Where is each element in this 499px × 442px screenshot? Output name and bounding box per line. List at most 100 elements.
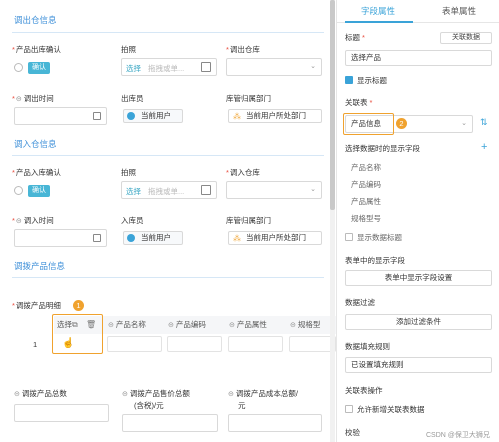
- org-icon: ⁂: [233, 234, 241, 243]
- out-warehouse-select[interactable]: ⌄: [226, 58, 322, 76]
- label-detail: *调拨产品明细: [12, 301, 61, 310]
- scrollbar-thumb[interactable]: [330, 0, 335, 210]
- label-out-time: *⊝ 调出时间: [12, 94, 54, 103]
- col-product-code: ⊝ 产品编码: [168, 320, 206, 329]
- section-title-product: 调拨产品信息: [14, 261, 66, 271]
- in-dept-pill[interactable]: ⁂ 当前用户所处部门: [228, 231, 322, 245]
- label-cost-unit: 元: [238, 401, 246, 410]
- show-data-title-label: 显示数据标题: [357, 233, 402, 242]
- form-canvas: 调出仓信息 *产品出库确认 确认 拍照 选择 拖拽或单... *调出仓库 ⌄ *…: [0, 0, 336, 442]
- section-divider: [12, 32, 324, 33]
- label-in-person: 入库员: [121, 216, 144, 225]
- in-photo-drag-placeholder: 拖拽或单...: [148, 187, 185, 196]
- field-item[interactable]: 产品编码: [351, 179, 381, 190]
- total-field[interactable]: [14, 404, 109, 422]
- calendar-icon: [93, 112, 101, 120]
- qr-scan-icon[interactable]: [201, 62, 211, 72]
- display-fields-label: 选择数据时的显示字段: [345, 144, 420, 153]
- panel-divider: [336, 0, 337, 442]
- section-title-out: 调出仓信息: [14, 15, 57, 25]
- related-label: 关联表 *: [345, 98, 373, 107]
- show-title-checkbox[interactable]: [345, 76, 353, 84]
- user-icon: [127, 234, 135, 242]
- link-data-button[interactable]: 关联数据: [440, 32, 492, 44]
- qr-scan-icon[interactable]: [201, 185, 211, 195]
- badge-2: 2: [396, 118, 407, 129]
- label-out-person: 出库员: [121, 94, 144, 103]
- field-item[interactable]: 规格型号: [351, 213, 381, 224]
- col-product-name: ⊝ 产品名称: [108, 320, 146, 329]
- out-time-picker[interactable]: [14, 107, 107, 125]
- photo-drag-placeholder: 拖拽或单...: [148, 64, 185, 73]
- title-label: 标题 *: [345, 33, 365, 42]
- org-icon: ⁂: [233, 112, 241, 121]
- photo-upload-field[interactable]: 选择 拖拽或单...: [121, 58, 217, 76]
- section-divider: [12, 277, 324, 278]
- settings-icon[interactable]: ⇅: [480, 117, 488, 128]
- title-input[interactable]: 选择产品: [345, 50, 492, 66]
- badge-1: 1: [73, 300, 84, 311]
- cell-spec[interactable]: [289, 336, 336, 352]
- label-out-warehouse: *调出仓库: [226, 45, 260, 54]
- form-display-button[interactable]: 表单中显示字段设置: [345, 270, 492, 286]
- in-confirm-button[interactable]: 确认: [28, 185, 50, 197]
- price-field[interactable]: [122, 414, 218, 432]
- calendar-icon: [93, 234, 101, 242]
- label-photo: 拍照: [121, 45, 136, 54]
- filter-label: 数据过滤: [345, 298, 375, 307]
- show-data-title-checkbox[interactable]: [345, 233, 353, 241]
- show-title-label: 显示标题: [357, 76, 387, 85]
- allow-new-label: 允许新增关联表数据: [357, 405, 425, 414]
- in-person-pill[interactable]: 当前用户: [123, 231, 183, 245]
- add-filter-button[interactable]: 添加过滤条件: [345, 314, 492, 330]
- add-field-icon[interactable]: +: [481, 141, 487, 153]
- cell-product-attr[interactable]: [228, 336, 283, 352]
- watermark: CSDN @保卫大狮兄: [426, 432, 490, 439]
- in-photo-upload-field[interactable]: 选择 拖拽或单...: [121, 181, 217, 199]
- in-photo-pick-button[interactable]: 选择: [126, 186, 141, 197]
- dept-pill[interactable]: ⁂ 当前用户所处部门: [228, 109, 322, 123]
- tab-field-props[interactable]: 字段属性: [337, 0, 419, 22]
- form-display-label: 表单中的显示字段: [345, 256, 405, 265]
- label-in-photo: 拍照: [121, 168, 136, 177]
- highlight-related-table: [343, 113, 394, 135]
- section-title-in: 调入仓信息: [14, 139, 57, 149]
- label-in-time: *⊝ 调入时间: [12, 216, 54, 225]
- ops-label: 关联表操作: [345, 386, 383, 395]
- in-time-picker[interactable]: [14, 229, 107, 247]
- out-confirm-button[interactable]: 确认: [28, 62, 50, 74]
- cell-product-code[interactable]: [167, 336, 222, 352]
- label-out-confirm: *产品出库确认: [12, 45, 61, 54]
- col-product-attr: ⊝ 产品属性: [229, 320, 267, 329]
- label-price: ⊝ 调拨产品售价总额: [122, 389, 190, 398]
- user-icon: [127, 112, 135, 120]
- in-confirm-radio[interactable]: [14, 186, 23, 195]
- field-item[interactable]: 产品属性: [351, 196, 381, 207]
- cost-field[interactable]: [228, 414, 322, 432]
- allow-new-checkbox[interactable]: [345, 405, 353, 413]
- section-divider: [12, 155, 324, 156]
- field-item[interactable]: 产品名称: [351, 162, 381, 173]
- chevron-down-icon: ⌄: [310, 186, 316, 193]
- label-in-warehouse: *调入仓库: [226, 168, 260, 177]
- tab-form-props[interactable]: 表单属性: [419, 0, 499, 22]
- cell-product-name[interactable]: [107, 336, 162, 352]
- photo-pick-button[interactable]: 选择: [126, 63, 141, 74]
- fill-rule-label: 数据填充规则: [345, 342, 390, 351]
- label-in-dept: 库管归属部门: [226, 216, 271, 225]
- label-total: ⊝ 调拨产品总数: [14, 389, 67, 398]
- chevron-down-icon: ⌄: [310, 63, 316, 70]
- label-dept: 库管归属部门: [226, 94, 271, 103]
- label-cost: ⊝ 调拨产品成本总额/: [228, 389, 298, 398]
- validate-label: 校验: [345, 428, 360, 437]
- highlight-select-column: [52, 314, 103, 354]
- fill-rule-field[interactable]: 已设置填充规则: [345, 357, 492, 373]
- chevron-down-icon: ⌄: [461, 120, 467, 127]
- label-in-confirm: *产品入库确认: [12, 168, 61, 177]
- in-warehouse-select[interactable]: ⌄: [226, 181, 322, 199]
- row-index: 1: [33, 340, 38, 349]
- label-price-unit: (含税)/元: [134, 401, 164, 410]
- col-spec: ⊝ 规格型: [290, 320, 321, 329]
- out-confirm-radio[interactable]: [14, 63, 23, 72]
- out-person-pill[interactable]: 当前用户: [123, 109, 183, 123]
